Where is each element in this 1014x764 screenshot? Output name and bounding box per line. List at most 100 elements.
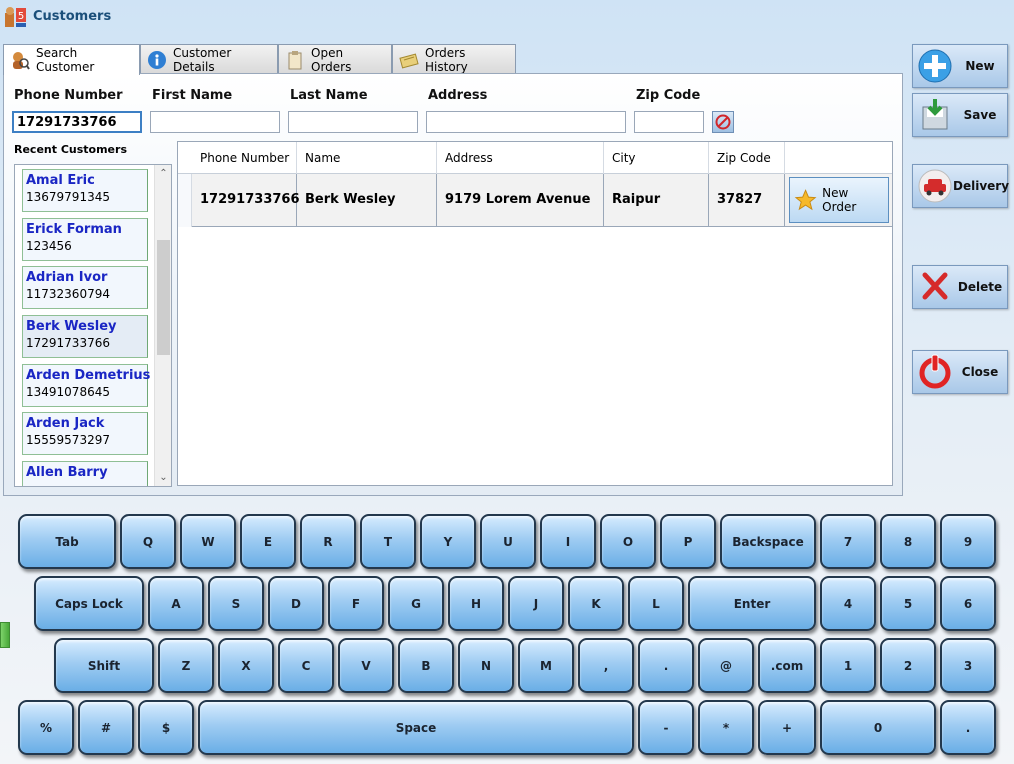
row-selector[interactable] [178,174,192,227]
new-order-button[interactable]: New Order [789,177,889,223]
column-header-zip[interactable]: Zip Code [709,142,785,174]
key-5[interactable]: 5 [880,576,936,631]
key-b[interactable]: B [398,638,454,693]
recent-customer-name: Allen Barry [26,465,108,480]
tab-orders-history[interactable]: Orders History [392,44,516,74]
key-backspace[interactable]: Backspace [720,514,816,569]
clear-search-button[interactable] [712,111,734,133]
key-period[interactable]: . [638,638,694,693]
close-button[interactable]: Close [912,350,1008,394]
recent-customer-phone: 17291733766 [26,336,110,350]
key-enter[interactable]: Enter [688,576,816,631]
key-p[interactable]: P [660,514,716,569]
phone-number-input[interactable] [12,111,142,133]
key-o[interactable]: O [600,514,656,569]
key-q[interactable]: Q [120,514,176,569]
recent-customer-phone: 13679791345 [26,190,110,204]
cell-city: Raipur [604,174,709,227]
key-x[interactable]: X [218,638,274,693]
key-u[interactable]: U [480,514,536,569]
key-j[interactable]: J [508,576,564,631]
recent-customer-name: Erick Forman [26,222,122,237]
key-d[interactable]: D [268,576,324,631]
key-r[interactable]: R [300,514,356,569]
key-space[interactable]: Space [198,700,634,755]
recent-customer-item[interactable]: Arden Demetrius 13491078645 [22,364,150,407]
key-c[interactable]: C [278,638,334,693]
table-row[interactable]: 17291733766 Berk Wesley 9179 Lorem Avenu… [192,174,892,227]
tab-label: Search Customer [36,46,95,74]
recent-customer-item[interactable]: Erick Forman 123456 [22,218,148,261]
key-at[interactable]: @ [698,638,754,693]
recent-customer-name: Amal Eric [26,173,95,188]
key-w[interactable]: W [180,514,236,569]
scroll-down-icon[interactable]: ⌄ [155,469,171,486]
key-dollar[interactable]: $ [138,700,194,755]
history-icon [399,52,419,69]
key-k[interactable]: K [568,576,624,631]
key-n[interactable]: N [458,638,514,693]
tab-open-orders[interactable]: Open Orders [278,44,392,74]
save-button[interactable]: Save [912,93,1008,137]
key-4[interactable]: 4 [820,576,876,631]
scroll-up-icon[interactable]: ⌃ [155,165,171,182]
key-i[interactable]: I [540,514,596,569]
tab-customer-details[interactable]: Customer Details [140,44,278,74]
column-header-city[interactable]: City [604,142,709,174]
recent-customer-name: Berk Wesley [26,319,117,334]
recent-customer-item[interactable]: Arden Jack 15559573297 [22,412,148,455]
address-input[interactable] [426,111,626,133]
zip-code-input[interactable] [634,111,704,133]
delete-button[interactable]: Delete [912,265,1008,309]
last-name-input[interactable] [288,111,418,133]
scroll-thumb[interactable] [157,240,170,355]
key-s[interactable]: S [208,576,264,631]
recent-list-scrollbar[interactable]: ⌃ ⌄ [154,165,171,486]
key-l[interactable]: L [628,576,684,631]
key-8[interactable]: 8 [880,514,936,569]
key-7[interactable]: 7 [820,514,876,569]
key-a[interactable]: A [148,576,204,631]
recent-customer-item[interactable]: Berk Wesley 17291733766 [22,315,148,358]
key-z[interactable]: Z [158,638,214,693]
key-v[interactable]: V [338,638,394,693]
column-header-address[interactable]: Address [437,142,604,174]
key-asterisk[interactable]: * [698,700,754,755]
key-dotcom[interactable]: .com [758,638,816,693]
key-3[interactable]: 3 [940,638,996,693]
column-header-phone[interactable]: Phone Number [192,142,297,174]
key-e[interactable]: E [240,514,296,569]
key-percent[interactable]: % [18,700,74,755]
info-icon [148,50,166,69]
first-name-input[interactable] [150,111,280,133]
key-y[interactable]: Y [420,514,476,569]
key-plus[interactable]: + [758,700,816,755]
side-handle[interactable] [0,622,10,648]
delivery-button[interactable]: Delivery [912,164,1009,208]
key-6[interactable]: 6 [940,576,996,631]
key-comma[interactable]: , [578,638,634,693]
column-header-name[interactable]: Name [297,142,437,174]
key-decimal[interactable]: . [940,700,996,755]
key-m[interactable]: M [518,638,574,693]
recent-customer-item[interactable]: Allen Barry [22,461,148,486]
key-1[interactable]: 1 [820,638,876,693]
search-customer-panel: Phone Number First Name Last Name Addres… [3,73,903,496]
key-hash[interactable]: # [78,700,134,755]
key-0[interactable]: 0 [820,700,936,755]
recent-customer-item[interactable]: Amal Eric 13679791345 [22,169,148,212]
key-f[interactable]: F [328,576,384,631]
key-9[interactable]: 9 [940,514,996,569]
key-tab[interactable]: Tab [18,514,116,569]
key-2[interactable]: 2 [880,638,936,693]
key-minus[interactable]: - [638,700,694,755]
key-g[interactable]: G [388,576,444,631]
key-shift[interactable]: Shift [54,638,154,693]
key-caps-lock[interactable]: Caps Lock [34,576,144,631]
recent-customer-item[interactable]: Adrian Ivor 11732360794 [22,266,148,309]
recent-customer-phone: 13491078645 [26,385,110,399]
tab-search-customer[interactable]: Search Customer [3,44,140,75]
key-t[interactable]: T [360,514,416,569]
new-button[interactable]: New [912,44,1008,88]
key-h[interactable]: H [448,576,504,631]
